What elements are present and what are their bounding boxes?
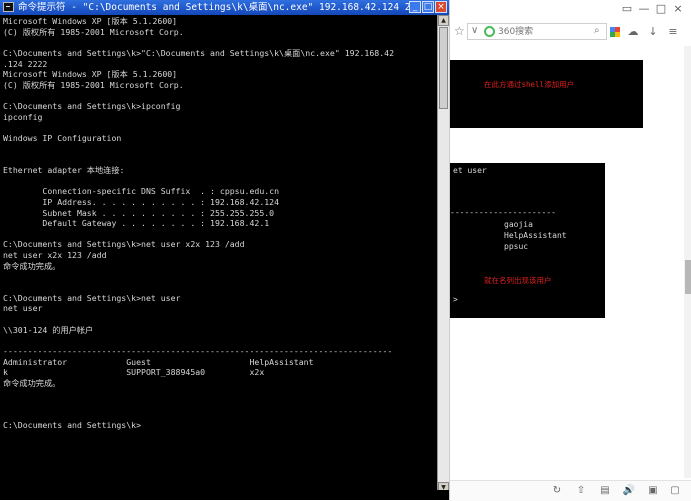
favorite-star-icon[interactable]: ☆ xyxy=(454,24,465,38)
menu-icon[interactable]: ≡ xyxy=(666,25,680,38)
browser-window[interactable]: ▭ — □ × ☆ ∨ ⌕ ☁ ↓ ≡ 在此方通过shell添加用户 et us… xyxy=(449,0,691,501)
user-entry: gaojia xyxy=(504,220,533,229)
minimize-button[interactable]: _ xyxy=(409,1,421,13)
terminal-screenshot-1: 在此方通过shell添加用户 xyxy=(450,60,643,128)
console-line: Administrator Guest HelpAssistant xyxy=(3,356,314,367)
search-engine-logo-icon xyxy=(484,26,495,37)
console-line: Microsoft Windows XP [版本 5.1.2600] xyxy=(3,16,178,26)
red-annotation: 就在名列出现该用户 xyxy=(484,276,552,285)
console-line: 命令成功完成。 xyxy=(3,377,61,388)
scroll-up-arrow-icon[interactable]: ▲ xyxy=(438,15,449,26)
cmd-titlebar[interactable]: 命令提示符 - "C:\Documents and Settings\k\桌面\… xyxy=(0,0,449,15)
upload-icon[interactable]: ⇧ xyxy=(574,485,588,496)
red-annotation: 在此方通过shell添加用户 xyxy=(484,80,575,89)
cmd-app-icon xyxy=(3,2,14,12)
console-line: k SUPPORT_388945a0 x2x xyxy=(3,367,265,378)
console-line: Ethernet adapter 本地连接: xyxy=(3,164,125,175)
console-line: C:\Documents and Settings\k>ipconfig xyxy=(3,101,181,112)
console-line: ipconfig xyxy=(3,111,43,122)
browser-statusbar: ↻ ⇧ ▤ 🔊 ▣ ▢ xyxy=(450,480,691,501)
console-line: Windows IP Configuration xyxy=(3,133,122,144)
console-line: C:\Documents and Settings\k>net user x2x… xyxy=(3,239,245,250)
cloud-icon[interactable]: ☁ xyxy=(626,25,640,38)
window-icon[interactable]: ▢ xyxy=(668,485,682,496)
search-engine-chevron-icon[interactable]: ∨ xyxy=(471,25,478,36)
apps-grid-icon[interactable] xyxy=(610,27,620,37)
console-line: C:\Documents and Settings\k>net user xyxy=(3,292,181,303)
console-line: net user xyxy=(3,303,43,314)
console-line: IP Address. . . . . . . . . . . : 192.16… xyxy=(3,196,280,207)
console-line: (C) 版权所有 1985-2001 Microsoft Corp. xyxy=(3,79,184,90)
browser-toolbar: ☆ ∨ ⌕ ☁ ↓ ≡ xyxy=(450,20,691,46)
maximize-button[interactable]: □ xyxy=(422,1,434,13)
page-scrollbar[interactable] xyxy=(684,46,691,478)
cmd-console-output[interactable]: Microsoft Windows XP [版本 5.1.2600] (C) 版权… xyxy=(3,16,435,494)
console-line: C:\Documents and Settings\k> xyxy=(3,420,142,431)
console-line: net user x2x 123 /add xyxy=(3,250,107,261)
console-line: \\301-124 的用户帐户 xyxy=(3,324,94,335)
minimize-icon[interactable]: — xyxy=(637,2,651,15)
console-line: Microsoft Windows XP [版本 5.1.2600] xyxy=(3,69,178,80)
terminal-prompt-text: et user xyxy=(453,166,487,175)
screenshot-icon[interactable]: ▣ xyxy=(646,485,660,496)
console-lines: Microsoft Windows XP [版本 5.1.2600] (C) 版权… xyxy=(3,16,435,431)
cmd-bottom-edge xyxy=(0,490,449,500)
search-icon[interactable]: ⌕ xyxy=(594,25,600,36)
close-icon[interactable]: × xyxy=(671,2,685,15)
cmd-vertical-scrollbar[interactable]: ▲ ▼ xyxy=(437,15,449,493)
user-entry: HelpAssistant xyxy=(504,231,567,240)
console-line: Connection-specific DNS Suffix . : cppsu… xyxy=(3,186,280,197)
cmd-window-title: 命令提示符 - "C:\Documents and Settings\k\桌面\… xyxy=(18,2,428,13)
user-entry: ppsuc xyxy=(504,242,529,251)
search-box[interactable]: ∨ ⌕ xyxy=(467,23,607,40)
console-line: C:\Documents and Settings\k>"C:\Document… xyxy=(3,47,395,58)
terminal-divider: ---------------------- xyxy=(450,208,556,217)
terminal-prompt-marker: > xyxy=(453,295,458,304)
console-line: (C) 版权所有 1985-2001 Microsoft Corp. xyxy=(3,26,184,37)
refresh-icon[interactable]: ↻ xyxy=(550,485,564,496)
close-button[interactable]: × xyxy=(435,1,447,13)
speaker-icon[interactable]: 🔊 xyxy=(622,485,636,496)
cmd-window[interactable]: 命令提示符 - "C:\Documents and Settings\k\桌面\… xyxy=(0,0,449,500)
console-line: Default Gateway . . . . . . . . : 192.16… xyxy=(3,218,270,229)
trash-icon[interactable]: ▤ xyxy=(598,485,612,496)
console-line: Subnet Mask . . . . . . . . . . : 255.25… xyxy=(3,207,275,218)
scroll-thumb[interactable] xyxy=(439,27,448,109)
search-input[interactable] xyxy=(498,25,588,38)
page-scroll-thumb[interactable] xyxy=(685,260,691,294)
download-icon[interactable]: ↓ xyxy=(646,25,660,38)
console-line: .124 2222 xyxy=(3,58,48,69)
maximize-icon[interactable]: □ xyxy=(654,2,668,15)
restore-icon[interactable]: ▭ xyxy=(620,2,634,15)
console-line: 命令成功完成。 xyxy=(3,260,61,271)
terminal-screenshot-2: et user ---------------------- gaojia He… xyxy=(450,163,605,318)
console-line: ----------------------------------------… xyxy=(3,345,393,356)
